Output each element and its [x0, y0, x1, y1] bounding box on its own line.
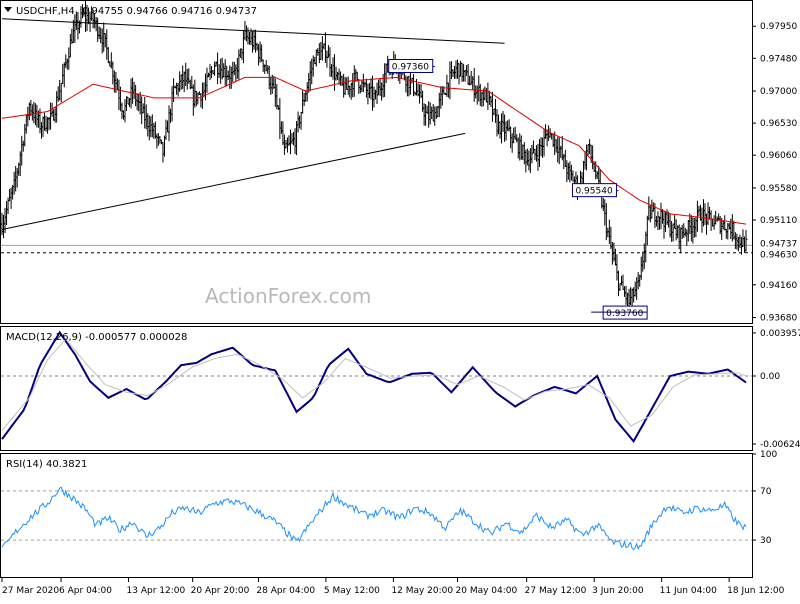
- x-tick-label: 20 May 04:00: [456, 586, 518, 596]
- price-tick-label: 0.97000: [760, 87, 797, 97]
- price-tick-label: 0.93680: [760, 314, 797, 324]
- triangle-trendlines: [1, 18, 505, 231]
- price-annotations: 0.97360 0.95540 0.93760: [388, 58, 648, 320]
- price-tick-label: 0.96530: [760, 119, 797, 129]
- macd-signal-line: [1, 338, 747, 431]
- rsi-tick-label: 100: [760, 450, 777, 460]
- chart-window: 0.97360 0.95540 0.93760 0.97950 0.97480 0.97…: [0, 0, 800, 604]
- rsi-title: RSI(14) 40.3821: [6, 459, 87, 470]
- x-tick-label: 13 Apr 12:00: [127, 586, 186, 596]
- current-price-label-text: 0.94737: [760, 239, 797, 249]
- price-tick-label: 0.96060: [760, 151, 797, 161]
- macd-line: [1, 330, 747, 444]
- price-annotation: 0.93760: [591, 305, 648, 320]
- price-series: [0, 1, 748, 315]
- macd-tick-label: -0.006248: [760, 440, 800, 450]
- annotation-label: 0.93760: [606, 309, 643, 319]
- price-tick-label: 0.94160: [760, 281, 797, 291]
- macd-tick-label: 0.003957: [760, 329, 800, 339]
- price-tick-label: 0.95110: [760, 216, 797, 226]
- macd-tick-label: 0.00: [760, 372, 780, 382]
- chart-header: USDCHF,H4 0.94755 0.94766 0.94716 0.9473…: [4, 6, 257, 17]
- current-price-label: 0.94737: [755, 237, 799, 249]
- macd-series: [1, 330, 747, 444]
- x-axis-ticks: 27 Mar 2020 6 Apr 04:00 13 Apr 12:00 20 Apr…: [1, 578, 785, 596]
- rsi-tick-label: 30: [760, 536, 772, 546]
- ohlc-values: 0.94755 0.94766 0.94716 0.94737: [82, 6, 257, 17]
- watermark: ActionForex.com: [205, 284, 371, 308]
- chart-svg[interactable]: 0.973600.955400.93760 0.979500.974800.97…: [0, 0, 800, 600]
- price-annotation: 0.97360: [388, 58, 435, 73]
- price-tick-label: 0.97480: [760, 54, 797, 64]
- x-tick-label: 5 May 12:00: [324, 586, 380, 596]
- rsi-panel-frame: [0, 453, 753, 578]
- rsi-tick-label: 70: [760, 487, 772, 497]
- price-annotation: 0.95540: [571, 183, 619, 198]
- x-tick-label: 6 Apr 04:00: [59, 586, 112, 596]
- annotation-label: 0.97360: [392, 62, 429, 72]
- trendline: [1, 132, 466, 231]
- y-axis-ticks: 0.97950 0.97480 0.97000 0.96530 0.96060 0.955…: [752, 22, 800, 546]
- dashed-level-label: 0.94630: [755, 248, 799, 261]
- x-tick-label: 20 Apr 20:00: [191, 586, 250, 596]
- grid-layer: [1, 244, 752, 541]
- dropdown-triangle-icon[interactable]: [4, 7, 12, 12]
- x-tick-label: 12 May 20:00: [391, 586, 453, 596]
- x-tick-label: 3 Jun 20:00: [592, 586, 644, 596]
- macd-title: MACD(12,26,9) -0.000577 0.000028: [6, 332, 187, 343]
- price-tick-label: 0.95580: [760, 184, 797, 194]
- trendline: [1, 18, 505, 44]
- x-tick-label: 27 Mar 2020: [2, 586, 59, 596]
- x-tick-label: 11 Jun 04:00: [660, 586, 717, 596]
- symbol-timeframe: USDCHF,H4: [16, 6, 75, 17]
- x-tick-label: 27 May 12:00: [525, 586, 587, 596]
- price-tick-label: 0.97950: [760, 22, 797, 32]
- x-tick-label: 18 Jun 12:00: [727, 586, 784, 596]
- dashed-level-label-text: 0.94630: [760, 251, 797, 261]
- x-tick-label: 28 Apr 04:00: [256, 586, 315, 596]
- annotation-label: 0.95540: [575, 187, 612, 197]
